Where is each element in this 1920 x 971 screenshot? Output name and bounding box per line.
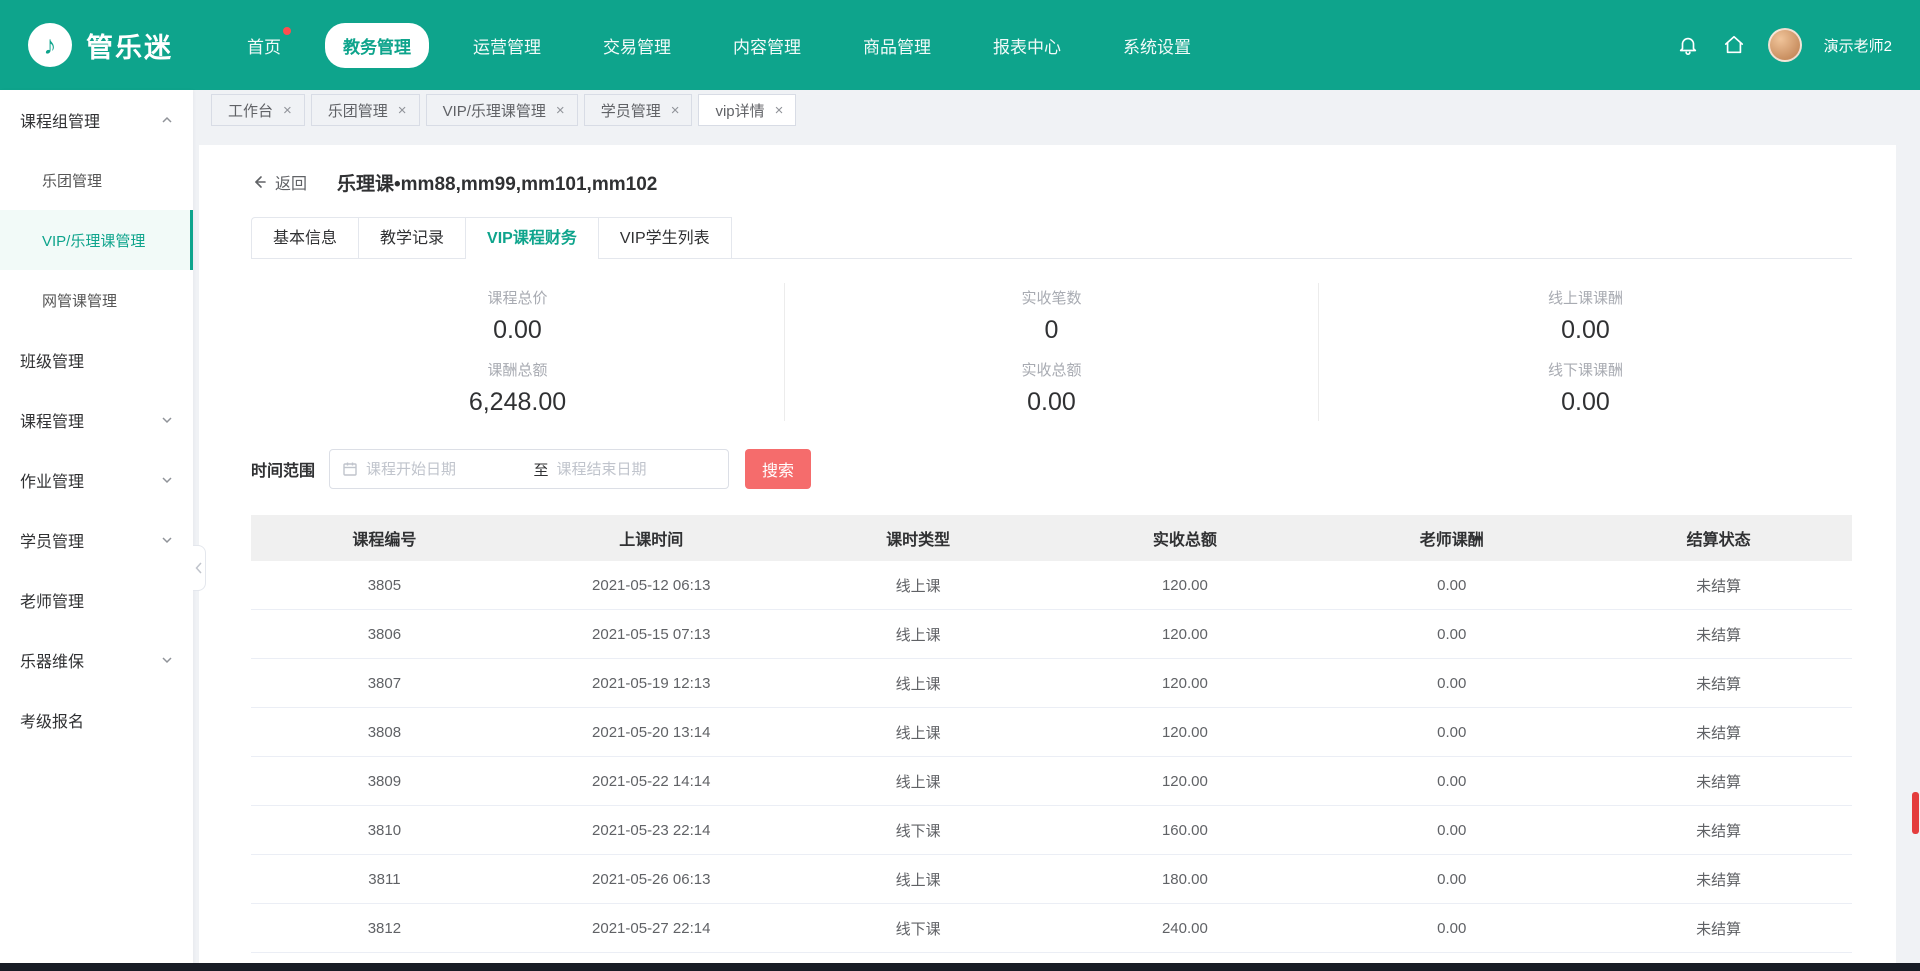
start-date-input[interactable] — [366, 461, 526, 478]
page-tabs-bar: 工作台 × 乐团管理 × VIP/乐理课管理 × 学员管理 × vip详情 — [193, 90, 1920, 130]
nav-item-report-center[interactable]: 报表中心 — [975, 23, 1079, 68]
sidebar-item-class-mgmt[interactable]: 班级管理 — [0, 330, 193, 390]
app-root: ♪ 管乐迷 首页 教务管理 运营管理 交易管理 内容管理 商品管理 报表中心 系… — [0, 0, 1920, 971]
stat-online-class-salary: 线上课课酬 0.00 — [1319, 287, 1852, 345]
table-header-cell: 上课时间 — [518, 515, 785, 561]
scrollbar-thumb[interactable] — [1912, 792, 1919, 834]
scrollbar-track — [1911, 90, 1920, 971]
calendar-icon — [342, 461, 358, 477]
table-row: 38102021-05-23 22:14线下课160.000.00未结算 — [251, 806, 1852, 855]
table-row: 38062021-05-15 07:13线上课120.000.00未结算 — [251, 610, 1852, 659]
sidebar-item-net-course-mgmt[interactable]: 网管课管理 — [0, 270, 193, 330]
table-row: 38052021-05-12 06:13线上课120.000.00未结算 — [251, 561, 1852, 610]
chevron-up-icon — [161, 114, 173, 126]
filter-row: 时间范围 至 搜索 — [251, 449, 1852, 489]
end-date-input[interactable] — [557, 461, 717, 478]
table-header-row: 课程编号 上课时间 课时类型 实收总额 老师课酬 结算状态 — [251, 515, 1852, 561]
table-row: 38122021-05-27 22:14线下课240.000.00未结算 — [251, 904, 1852, 953]
close-icon[interactable]: × — [775, 103, 784, 118]
stat-course-total-price: 课程总价 0.00 — [251, 287, 784, 345]
table-header-cell: 课时类型 — [785, 515, 1052, 561]
dtab-vip-student-list[interactable]: VIP学生列表 — [598, 217, 732, 258]
detail-tabs: 基本信息 教学记录 VIP课程财务 VIP学生列表 — [251, 217, 1852, 259]
dtab-basic-info[interactable]: 基本信息 — [251, 217, 358, 258]
nav-item-goods-mgmt[interactable]: 商品管理 — [845, 23, 949, 68]
chevron-down-icon — [161, 474, 173, 486]
sidebar-item-student-mgmt[interactable]: 学员管理 — [0, 510, 193, 570]
brand: ♪ 管乐迷 — [28, 23, 173, 67]
tab-vip-theory-course-mgmt[interactable]: VIP/乐理课管理 × — [426, 94, 578, 126]
table-row: 38092021-05-22 14:14线上课120.000.00未结算 — [251, 757, 1852, 806]
close-icon[interactable]: × — [671, 103, 680, 118]
table-header-cell: 实收总额 — [1052, 515, 1319, 561]
close-icon[interactable]: × — [283, 103, 292, 118]
nav-item-academic-mgmt[interactable]: 教务管理 — [325, 23, 429, 68]
sidebar-item-instrument-maintenance[interactable]: 乐器维保 — [0, 630, 193, 690]
nav-item-system-settings[interactable]: 系统设置 — [1105, 23, 1209, 68]
chevron-down-icon — [161, 414, 173, 426]
finance-stats: 课程总价 0.00 课酬总额 6,248.00 实收笔数 0 — [251, 283, 1852, 421]
top-navbar: ♪ 管乐迷 首页 教务管理 运营管理 交易管理 内容管理 商品管理 报表中心 系… — [0, 0, 1920, 90]
table-header-cell: 结算状态 — [1585, 515, 1852, 561]
bottom-window-edge — [0, 963, 1920, 971]
sidebar-item-teacher-mgmt[interactable]: 老师管理 — [0, 570, 193, 630]
dtab-vip-course-finance[interactable]: VIP课程财务 — [465, 217, 598, 258]
brand-logo-icon: ♪ — [28, 23, 72, 67]
user-name[interactable]: 演示老师2 — [1824, 35, 1892, 56]
date-range-picker[interactable]: 至 — [329, 449, 729, 489]
course-finance-table: 课程编号 上课时间 课时类型 实收总额 老师课酬 结算状态 38052021-0… — [251, 515, 1852, 971]
sidebar-collapse-handle[interactable] — [193, 545, 206, 591]
tab-orchestra-mgmt[interactable]: 乐团管理 × — [311, 94, 420, 126]
sidebar-item-vip-theory-course-mgmt[interactable]: VIP/乐理课管理 — [0, 210, 193, 270]
stats-column: 线上课课酬 0.00 线下课课酬 0.00 — [1318, 283, 1852, 421]
tab-workbench[interactable]: 工作台 × — [211, 94, 305, 126]
chevron-down-icon — [161, 534, 173, 546]
tab-vip-detail[interactable]: vip详情 × — [698, 94, 796, 126]
tab-student-mgmt[interactable]: 学员管理 × — [584, 94, 693, 126]
dtab-teaching-records[interactable]: 教学记录 — [358, 217, 465, 258]
stats-column: 课程总价 0.00 课酬总额 6,248.00 — [251, 283, 784, 421]
chevron-down-icon — [161, 654, 173, 666]
content-card: 返回 乐理课•mm88,mm99,mm101,mm102 基本信息 教学记录 V… — [199, 145, 1896, 971]
close-icon[interactable]: × — [556, 103, 565, 118]
stat-received-total: 实收总额 0.00 — [785, 359, 1318, 417]
topbar-right: 演示老师2 — [1676, 28, 1892, 62]
table-header-cell: 课程编号 — [251, 515, 518, 561]
stat-salary-total: 课酬总额 6,248.00 — [251, 359, 784, 417]
back-arrow-icon — [251, 174, 267, 190]
bell-icon[interactable] — [1676, 33, 1700, 57]
body-row: 课程组管理 乐团管理 VIP/乐理课管理 网管课管理 班级管理 课程管理 作业管… — [0, 90, 1920, 971]
home-icon[interactable] — [1722, 33, 1746, 57]
brand-name: 管乐迷 — [86, 26, 173, 65]
sidebar-item-course-group-mgmt[interactable]: 课程组管理 — [0, 90, 193, 150]
nav-item-operations-mgmt[interactable]: 运营管理 — [455, 23, 559, 68]
table-body: 38052021-05-12 06:13线上课120.000.00未结算 380… — [251, 561, 1852, 971]
back-row: 返回 乐理课•mm88,mm99,mm101,mm102 — [251, 167, 1852, 197]
sidebar-item-orchestra-mgmt[interactable]: 乐团管理 — [0, 150, 193, 210]
user-avatar[interactable] — [1768, 28, 1802, 62]
nav-item-content-mgmt[interactable]: 内容管理 — [715, 23, 819, 68]
nav-item-trade-mgmt[interactable]: 交易管理 — [585, 23, 689, 68]
sidebar-item-exam-registration[interactable]: 考级报名 — [0, 690, 193, 750]
sidebar-item-homework-mgmt[interactable]: 作业管理 — [0, 450, 193, 510]
stats-column: 实收笔数 0 实收总额 0.00 — [784, 283, 1318, 421]
table-row: 38112021-05-26 06:13线上课180.000.00未结算 — [251, 855, 1852, 904]
page-title: 乐理课•mm88,mm99,mm101,mm102 — [337, 169, 657, 196]
back-button[interactable]: 返回 — [251, 170, 307, 194]
main-area: 工作台 × 乐团管理 × VIP/乐理课管理 × 学员管理 × vip详情 — [193, 90, 1920, 971]
search-button[interactable]: 搜索 — [745, 449, 811, 489]
notification-dot — [283, 27, 291, 35]
main-nav: 首页 教务管理 运营管理 交易管理 内容管理 商品管理 报表中心 系统设置 — [229, 23, 1209, 68]
stat-received-count: 实收笔数 0 — [785, 287, 1318, 345]
table-header-cell: 老师课酬 — [1318, 515, 1585, 561]
sidebar: 课程组管理 乐团管理 VIP/乐理课管理 网管课管理 班级管理 课程管理 作业管… — [0, 90, 193, 971]
table-row: 38082021-05-20 13:14线上课120.000.00未结算 — [251, 708, 1852, 757]
table-row: 38072021-05-19 12:13线上课120.000.00未结算 — [251, 659, 1852, 708]
range-separator: 至 — [534, 459, 549, 480]
sidebar-item-course-mgmt[interactable]: 课程管理 — [0, 390, 193, 450]
nav-item-home[interactable]: 首页 — [229, 23, 299, 68]
time-range-label: 时间范围 — [251, 457, 315, 481]
stat-offline-class-salary: 线下课课酬 0.00 — [1319, 359, 1852, 417]
close-icon[interactable]: × — [398, 103, 407, 118]
